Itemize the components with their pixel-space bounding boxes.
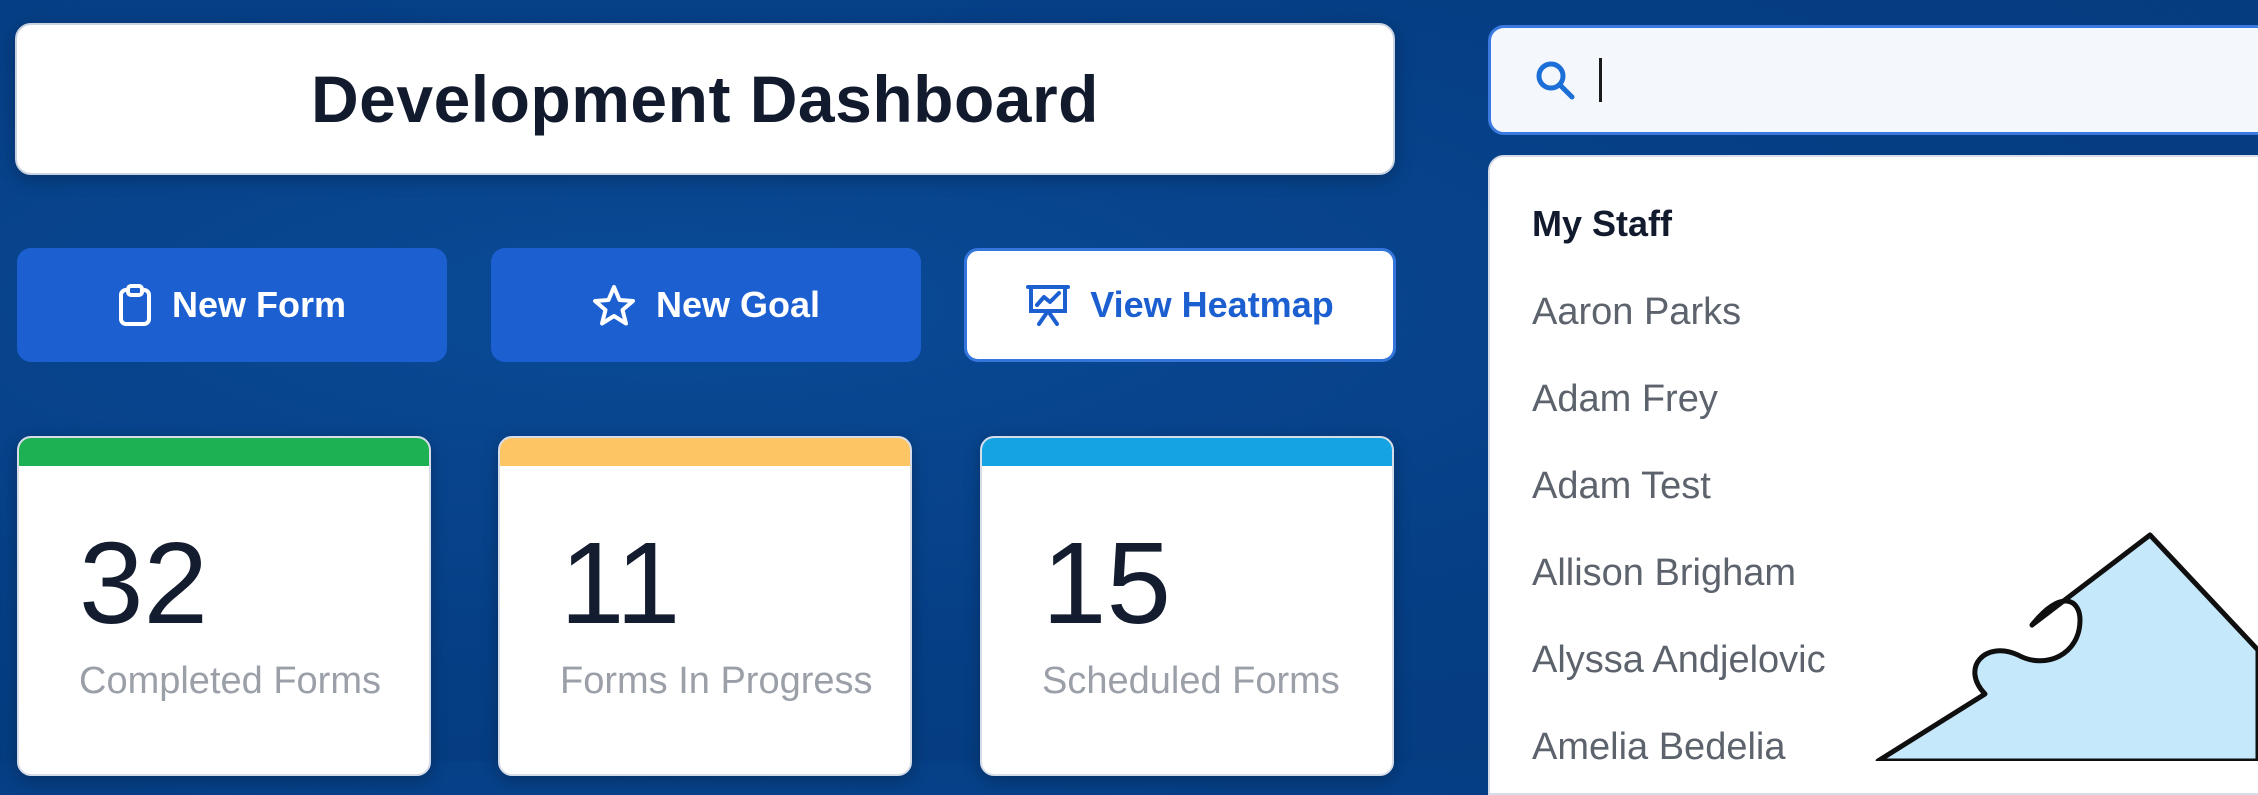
- stat-value: 32: [79, 518, 209, 648]
- staff-dropdown: My Staff Aaron Parks Adam Frey Adam Test…: [1488, 155, 2258, 795]
- staff-item[interactable]: Adam Frey: [1532, 378, 1718, 421]
- staff-item[interactable]: Amelia Bedelia: [1532, 726, 1785, 769]
- staff-item[interactable]: Aaron Parks: [1532, 291, 1741, 334]
- clipboard-icon: [118, 284, 151, 326]
- text-caret: [1599, 58, 1602, 102]
- stat-color-bar: [982, 438, 1392, 466]
- stat-value: 11: [560, 518, 681, 648]
- stat-label: Scheduled Forms: [1042, 660, 1340, 702]
- stat-card-in-progress[interactable]: 11 Forms In Progress: [498, 436, 912, 776]
- search-icon: [1533, 58, 1577, 102]
- stat-card-completed[interactable]: 32 Completed Forms: [17, 436, 431, 776]
- new-form-button[interactable]: New Form: [17, 248, 447, 362]
- new-goal-label: New Goal: [655, 284, 821, 325]
- new-goal-button[interactable]: New Goal: [491, 248, 921, 362]
- stat-label: Forms In Progress: [560, 660, 873, 702]
- page-title: Development Dashboard: [311, 62, 1099, 136]
- dropdown-heading: My Staff: [1532, 203, 1673, 244]
- view-heatmap-label: View Heatmap: [1090, 284, 1334, 325]
- presentation-chart-icon: [1026, 285, 1071, 326]
- new-form-label: New Form: [171, 284, 347, 325]
- staff-item[interactable]: Allison Brigham: [1532, 552, 1796, 595]
- stat-value: 15: [1042, 518, 1172, 648]
- stat-label: Completed Forms: [79, 660, 381, 702]
- staff-item[interactable]: Adam Test: [1532, 465, 1711, 508]
- stat-color-bar: [500, 438, 910, 466]
- search-input[interactable]: [1624, 56, 2228, 104]
- search-box[interactable]: [1488, 25, 2258, 135]
- stat-color-bar: [19, 438, 429, 466]
- view-heatmap-button[interactable]: View Heatmap: [964, 248, 1396, 362]
- stat-card-scheduled[interactable]: 15 Scheduled Forms: [980, 436, 1394, 776]
- star-icon: [592, 285, 635, 326]
- title-card: Development Dashboard: [15, 23, 1395, 175]
- staff-item[interactable]: Alyssa Andjelovic: [1532, 639, 1826, 682]
